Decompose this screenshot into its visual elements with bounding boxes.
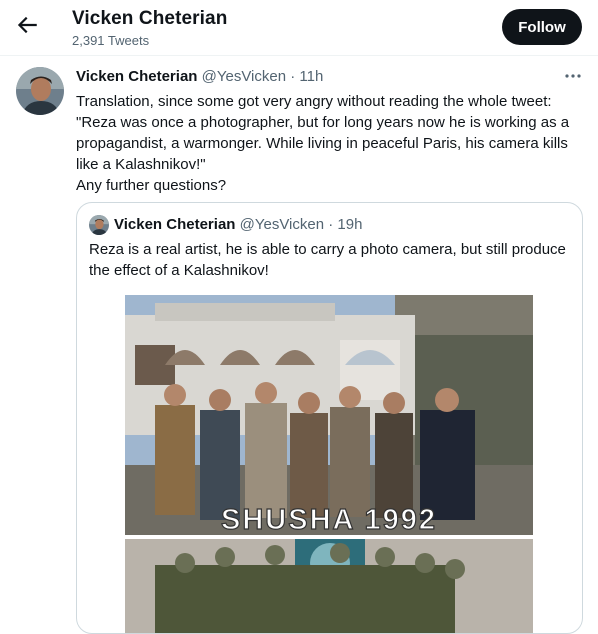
quoted-text-line: Reza is a real artist, he is able to car… (89, 241, 566, 258)
quoted-tweet-photo[interactable]: SHUSHA 1992 (125, 295, 533, 634)
tweet-meta: Vicken Cheterian @YesVicken · 11h (76, 68, 323, 85)
tweet-count: 2,391 Tweets (72, 33, 150, 48)
tweet-handle[interactable]: @YesVicken (202, 68, 286, 85)
quoted-text-line: the effect of a Kalashnikov! (89, 262, 269, 279)
tweet-text: Translation, since some got very angry w… (76, 91, 586, 196)
quoted-author-avatar (89, 215, 109, 235)
tweet-text-line: like a Kalashnikov!" (76, 156, 206, 173)
tweet-text-line: Translation, since some got very angry w… (76, 93, 552, 110)
tweet-time[interactable]: 11h (299, 68, 323, 85)
quoted-time: 19h (337, 216, 363, 233)
back-arrow-icon[interactable] (14, 12, 40, 38)
quoted-separator: · (324, 216, 338, 233)
photo-caption: SHUSHA 1992 (221, 504, 437, 536)
tweet-text-line: Any further questions? (76, 177, 227, 194)
profile-header: Vicken Cheterian 2,391 Tweets Follow (0, 0, 598, 54)
profile-name: Vicken Cheterian (72, 8, 228, 29)
follow-button[interactable]: Follow (502, 9, 582, 45)
quoted-author-name: Vicken Cheterian (114, 216, 236, 233)
tweet-separator: · (286, 68, 300, 85)
header-divider (0, 55, 598, 56)
author-avatar[interactable] (16, 67, 64, 115)
more-options-icon[interactable] (563, 66, 583, 86)
quoted-tweet-meta: Vicken Cheterian @YesVicken · 19h (114, 216, 362, 233)
tweet-text-line: propagandist, a warmonger. While living … (76, 135, 568, 152)
tweet-author-name[interactable]: Vicken Cheterian (76, 68, 197, 85)
quoted-tweet[interactable]: Vicken Cheterian @YesVicken · 19h Reza i… (76, 202, 583, 634)
quoted-handle: @YesVicken (239, 216, 325, 233)
tweet-text-line: "Reza was once a photographer, but for l… (76, 114, 570, 131)
quoted-tweet-text: Reza is a real artist, he is able to car… (89, 239, 574, 281)
